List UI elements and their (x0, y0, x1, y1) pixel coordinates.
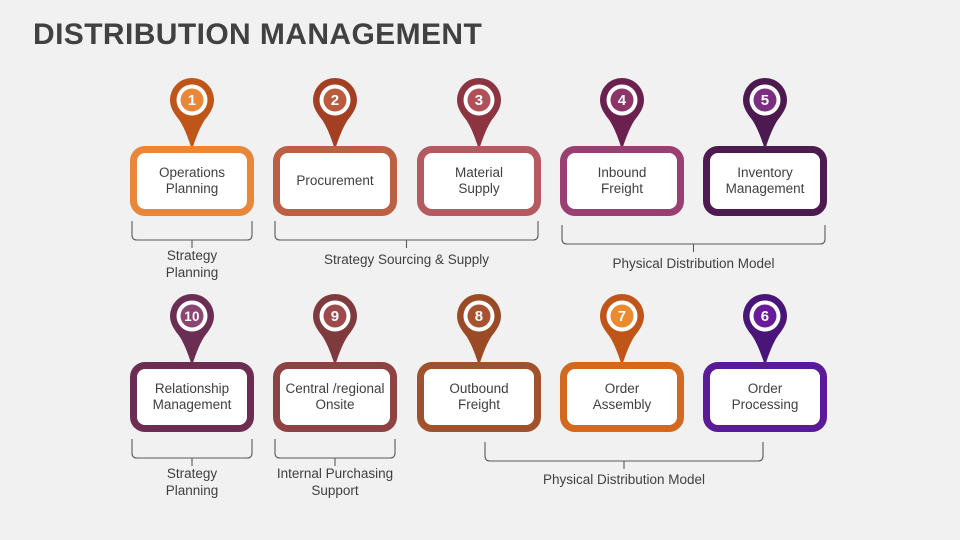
process-box-label-line1: Central /regional (285, 380, 385, 396)
process-box-label: Inventory Management (726, 165, 805, 198)
process-box-label-line2: Freight (600, 181, 644, 196)
process-box-2[interactable]: Procurement (273, 146, 397, 216)
map-pin-icon-1: 1 (166, 78, 218, 150)
process-box-label-line2: Management (152, 397, 232, 412)
process-box-label-line2: Onsite (315, 397, 355, 412)
process-box-label-line1: Material (454, 164, 503, 180)
bracket-group-1: Strategy Planning (131, 220, 253, 280)
bracket-label: Strategy Planning (165, 248, 219, 280)
bracket-label: Strategy Planning (165, 466, 219, 498)
bracket-line (484, 442, 764, 469)
process-box-label: Operations Planning (159, 165, 225, 198)
bracket-group-4: Strategy Planning (131, 438, 253, 498)
map-pin-icon-6: 6 (739, 294, 791, 366)
process-box-label-line1: Operations (158, 164, 226, 180)
process-box-label: Central /regional Onsite (285, 381, 384, 414)
process-box-6[interactable]: Order Processing (703, 362, 827, 432)
process-box-label-line2: Freight (457, 397, 501, 412)
bracket-group-6: Physical Distribution Model (484, 441, 764, 487)
process-box-label-line1: Inventory (737, 164, 793, 180)
bracket-label: Physical Distribution Model (612, 256, 775, 271)
slide-canvas: DISTRIBUTION MANAGEMENT 1 Operations Plann… (0, 0, 960, 540)
process-box-label-line1: Relationship (154, 380, 230, 396)
bracket-label: Physical Distribution Model (542, 472, 706, 487)
process-box-label-line2: Processing (731, 397, 799, 412)
map-pin-icon-10: 10 (166, 294, 218, 366)
bracket-line (131, 221, 253, 248)
process-box-label: Order Processing (732, 381, 799, 414)
map-pin-icon-2: 2 (309, 78, 361, 150)
process-box-9[interactable]: Central /regional Onsite (273, 362, 397, 432)
process-box-label-line2: Planning (165, 181, 219, 196)
map-pin-icon-7: 7 (596, 294, 648, 366)
map-pin-icon-8: 8 (453, 294, 505, 366)
process-box-label: Outbound Freight (449, 381, 508, 414)
bracket-line (561, 225, 826, 252)
process-box-label: Order Assembly (593, 381, 652, 414)
bracket-line (274, 221, 539, 248)
process-box-4[interactable]: Inbound Freight (560, 146, 684, 216)
process-box-label-line1: Procurement (296, 172, 374, 188)
process-box-8[interactable]: Outbound Freight (417, 362, 541, 432)
process-box-label-line2: Assembly (592, 397, 652, 412)
process-box-1[interactable]: Operations Planning (130, 146, 254, 216)
map-pin-icon-9: 9 (309, 294, 361, 366)
bracket-label: Strategy Sourcing & Supply (323, 252, 490, 267)
map-pin-icon-5: 5 (739, 78, 791, 150)
process-box-label-line1: Inbound (597, 164, 647, 180)
process-box-10[interactable]: Relationship Management (130, 362, 254, 432)
process-box-label: Material Supply (455, 165, 503, 198)
bracket-line (274, 439, 396, 466)
bracket-label: Internal Purchasing Support (276, 466, 394, 498)
process-box-label-line2: Supply (458, 181, 500, 196)
process-box-label: Inbound Freight (598, 165, 647, 198)
process-box-label: Procurement (296, 173, 373, 189)
process-box-7[interactable]: Order Assembly (560, 362, 684, 432)
bracket-group-2: Strategy Sourcing & Supply (274, 220, 539, 267)
map-pin-icon-4: 4 (596, 78, 648, 150)
process-box-label-line1: Outbound (449, 380, 509, 396)
bracket-group-5: Internal Purchasing Support (274, 438, 396, 498)
process-box-label-line1: Order (604, 380, 640, 396)
map-pin-icon-3: 3 (453, 78, 505, 150)
process-box-label: Relationship Management (153, 381, 232, 414)
process-box-3[interactable]: Material Supply (417, 146, 541, 216)
bracket-line (131, 439, 253, 466)
page-title: DISTRIBUTION MANAGEMENT (33, 18, 483, 51)
bracket-group-3: Physical Distribution Model (561, 224, 826, 271)
process-box-label-line2: Management (725, 181, 805, 196)
process-box-5[interactable]: Inventory Management (703, 146, 827, 216)
process-box-label-line1: Order (747, 380, 783, 396)
